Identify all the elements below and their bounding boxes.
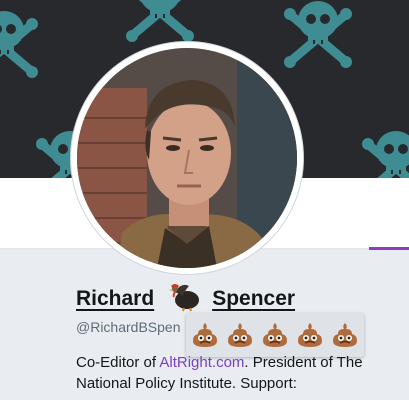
name-first: Richard (76, 287, 155, 310)
pile-of-poo-icon (298, 323, 322, 347)
bio-text-start: Co-Editor of (76, 354, 160, 371)
turkey-icon (169, 284, 199, 312)
name-last: Spencer (212, 287, 296, 310)
emoji-overlay (186, 313, 364, 357)
bio-link[interactable]: AltRight.com (159, 354, 244, 371)
pile-of-poo-icon (193, 323, 217, 347)
avatar-photo (77, 48, 297, 268)
pile-of-poo-icon (263, 323, 287, 347)
profile-bio: Co-Editor of AltRight.com. President of … (76, 352, 406, 394)
pile-of-poo-icon (228, 323, 252, 347)
pile-of-poo-icon (333, 323, 357, 347)
profile-handle[interactable]: @RichardBSpen (76, 319, 181, 335)
avatar[interactable] (71, 42, 303, 274)
